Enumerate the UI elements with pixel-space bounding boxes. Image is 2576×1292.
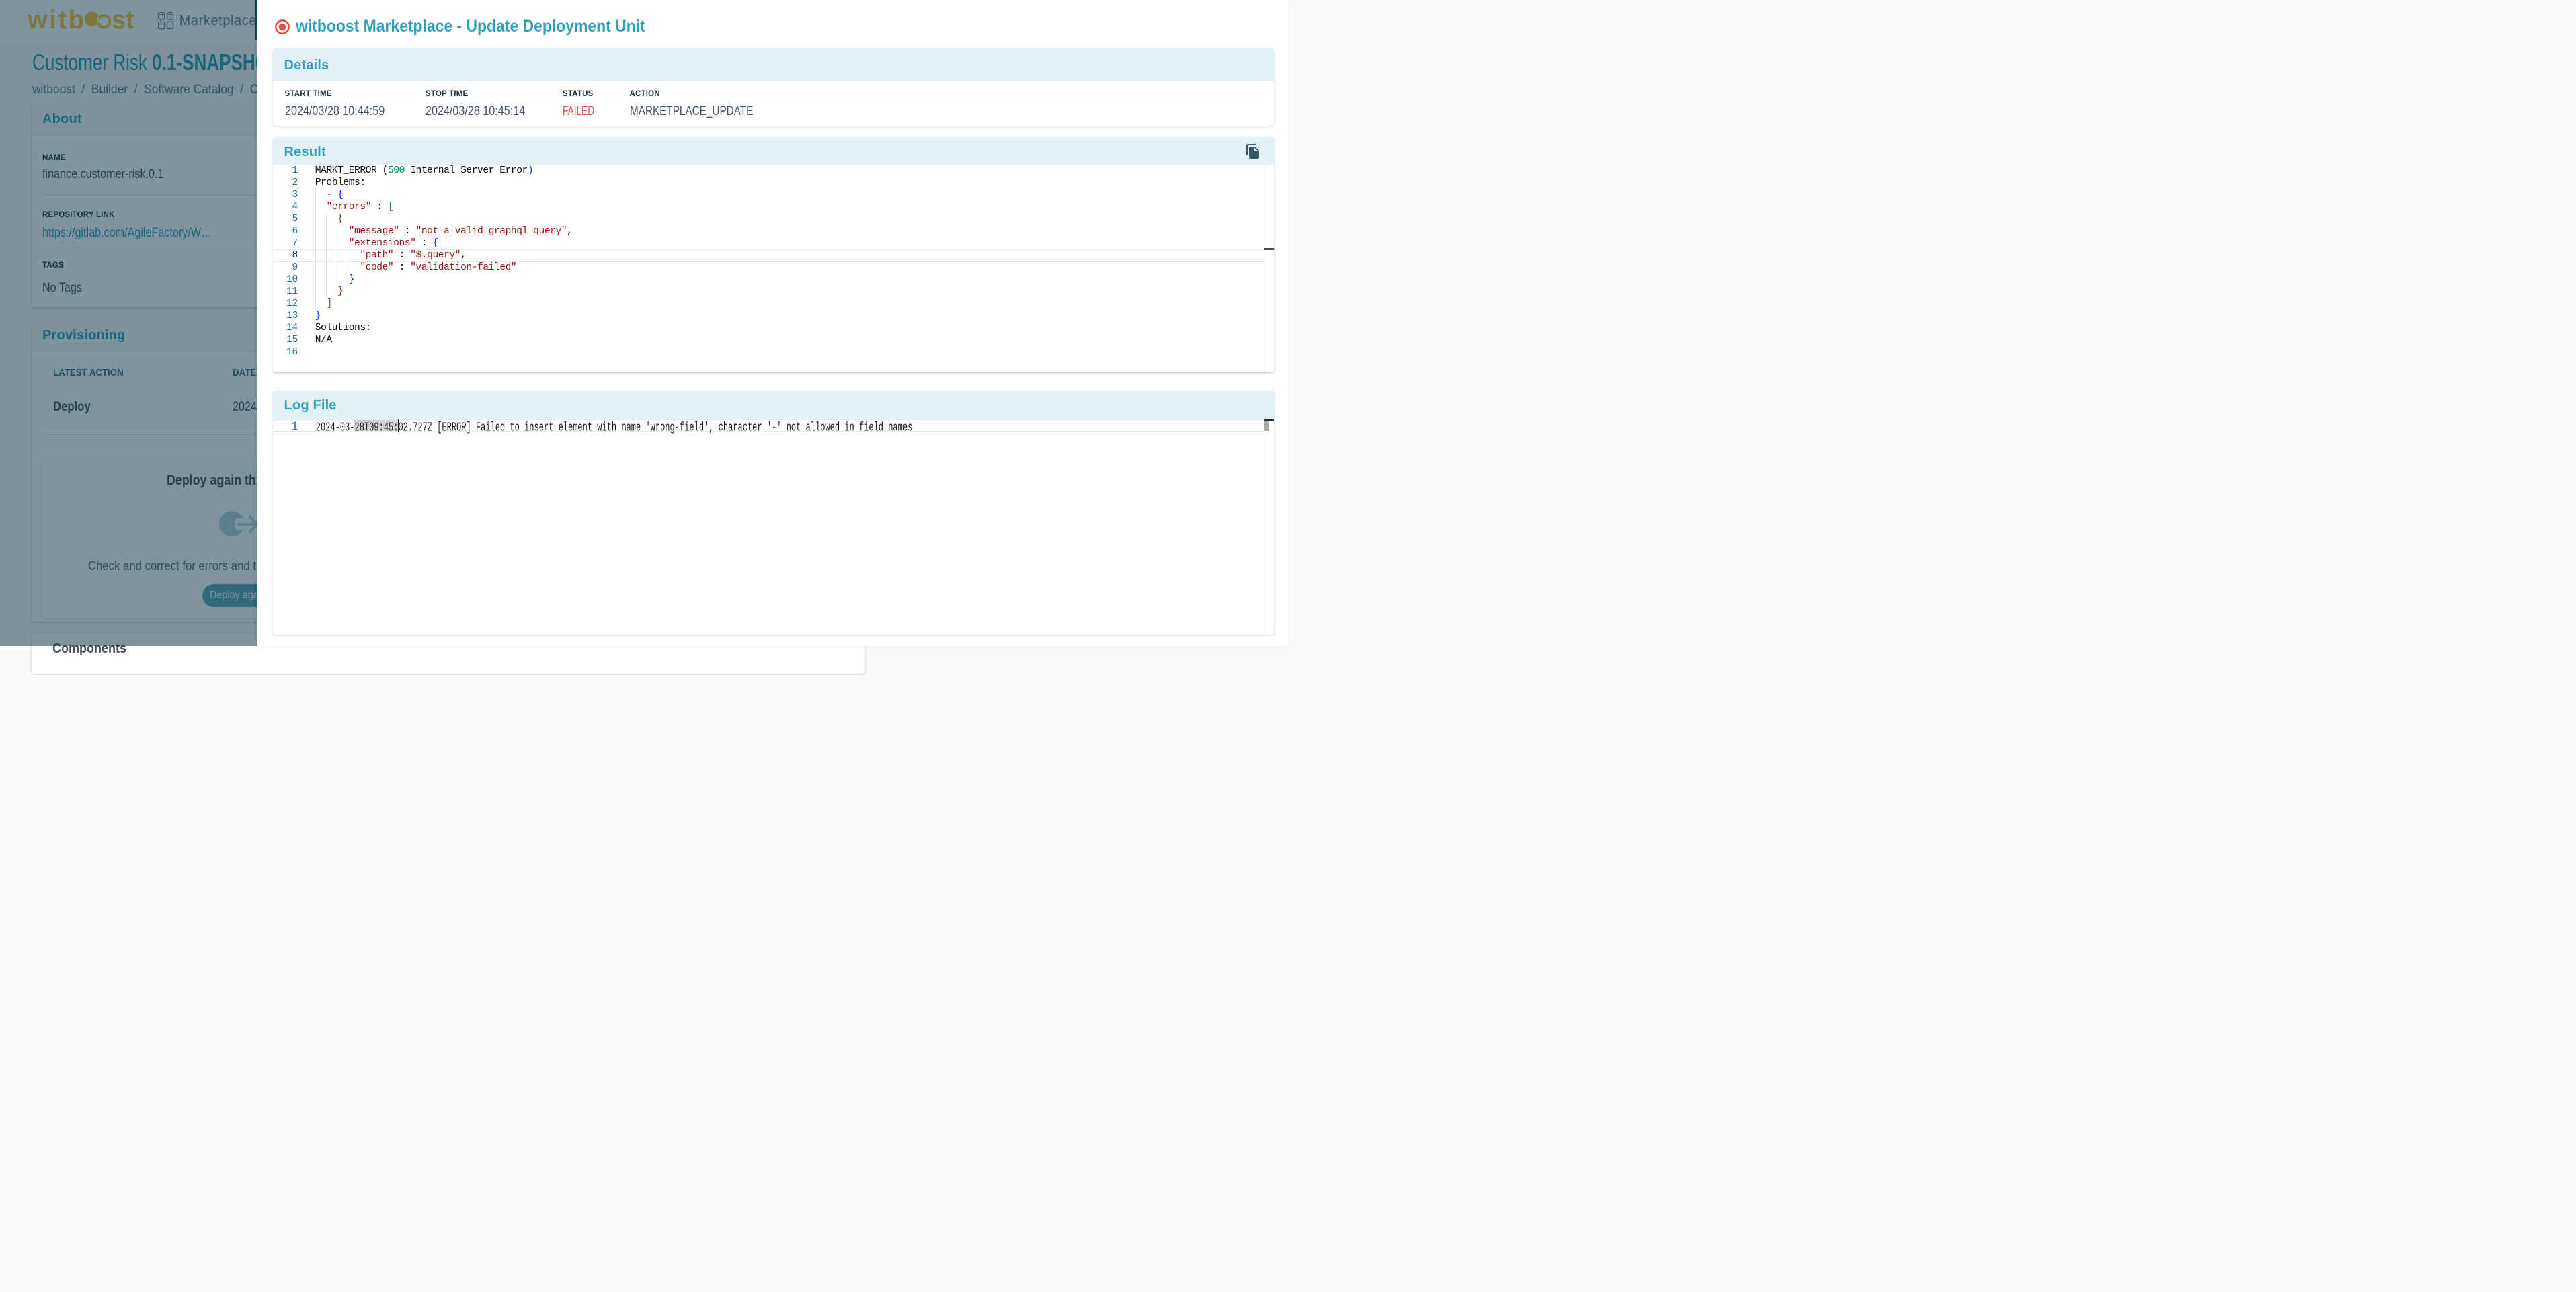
svg-text:2024-03-28T09:45:02.727Z [ERRO: 2024-03-28T09:45:02.727Z [ERROR] Failed … — [315, 421, 912, 435]
svg-text:1: 1 — [290, 421, 298, 434]
